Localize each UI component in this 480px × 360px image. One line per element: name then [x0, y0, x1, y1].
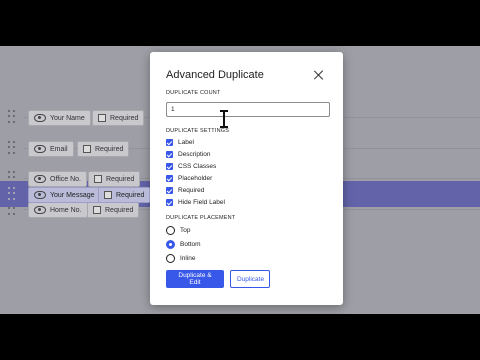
checkbox-icon	[94, 175, 102, 183]
advanced-duplicate-dialog: Advanced Duplicate DUPLICATE COUNT DUPLI…	[150, 52, 343, 305]
eye-icon	[34, 114, 46, 122]
checkbox-checked-icon[interactable]	[166, 139, 173, 146]
radio-icon[interactable]	[166, 253, 175, 263]
close-icon[interactable]	[313, 69, 325, 81]
eye-icon	[34, 145, 46, 153]
dialog-title: Advanced Duplicate	[166, 69, 264, 81]
checkbox-checked-icon[interactable]	[166, 199, 173, 206]
field-name-chip[interactable]: Your Message	[28, 187, 101, 203]
setting-hide-field-label-checkbox[interactable]: Hide Field Label	[166, 198, 225, 207]
setting-required-checkbox[interactable]: Required	[166, 186, 204, 195]
checkbox-icon	[98, 114, 106, 122]
checkbox-icon	[83, 145, 91, 153]
eye-icon	[34, 206, 46, 214]
required-toggle[interactable]: Required	[98, 187, 151, 203]
setting-placeholder-checkbox[interactable]: Placeholder	[166, 174, 212, 183]
duplicate-button[interactable]: Duplicate	[230, 270, 270, 288]
radio-icon[interactable]	[166, 225, 175, 235]
duplicate-placement-label: DUPLICATE PLACEMENT	[166, 215, 236, 221]
text-cursor-icon	[220, 110, 228, 128]
duplicate-count-input[interactable]	[166, 102, 330, 117]
field-name-chip[interactable]: Your Name	[28, 110, 91, 126]
placement-top-radio[interactable]: Top	[166, 225, 190, 235]
field-name-chip[interactable]: Email	[28, 141, 74, 157]
required-toggle[interactable]: Required	[92, 110, 145, 126]
checkbox-checked-icon[interactable]	[166, 187, 173, 194]
eye-icon	[34, 191, 46, 199]
required-toggle[interactable]: Required	[77, 141, 130, 157]
field-name-chip[interactable]: Home No.	[28, 202, 88, 218]
field-name-chip[interactable]: Office No.	[28, 171, 87, 187]
duplicate-and-edit-button[interactable]: Duplicate & Edit	[166, 270, 224, 288]
eye-icon	[34, 175, 46, 183]
checkbox-checked-icon[interactable]	[166, 163, 173, 170]
placement-inline-radio[interactable]: Inline	[166, 253, 196, 263]
setting-label-checkbox[interactable]: Label	[166, 138, 194, 147]
setting-description-checkbox[interactable]: Description	[166, 150, 211, 159]
duplicate-settings-label: DUPLICATE SETTINGS	[166, 128, 230, 134]
placement-bottom-radio[interactable]: Bottom	[166, 239, 201, 249]
required-toggle[interactable]: Required	[87, 202, 140, 218]
checkbox-icon	[93, 206, 101, 214]
duplicate-count-label: DUPLICATE COUNT	[166, 90, 221, 96]
checkbox-checked-icon[interactable]	[166, 175, 173, 182]
required-toggle[interactable]: Required	[88, 171, 141, 187]
radio-selected-icon[interactable]	[166, 239, 175, 249]
setting-css-classes-checkbox[interactable]: CSS Classes	[166, 162, 216, 171]
checkbox-checked-icon[interactable]	[166, 151, 173, 158]
checkbox-icon	[104, 191, 112, 199]
